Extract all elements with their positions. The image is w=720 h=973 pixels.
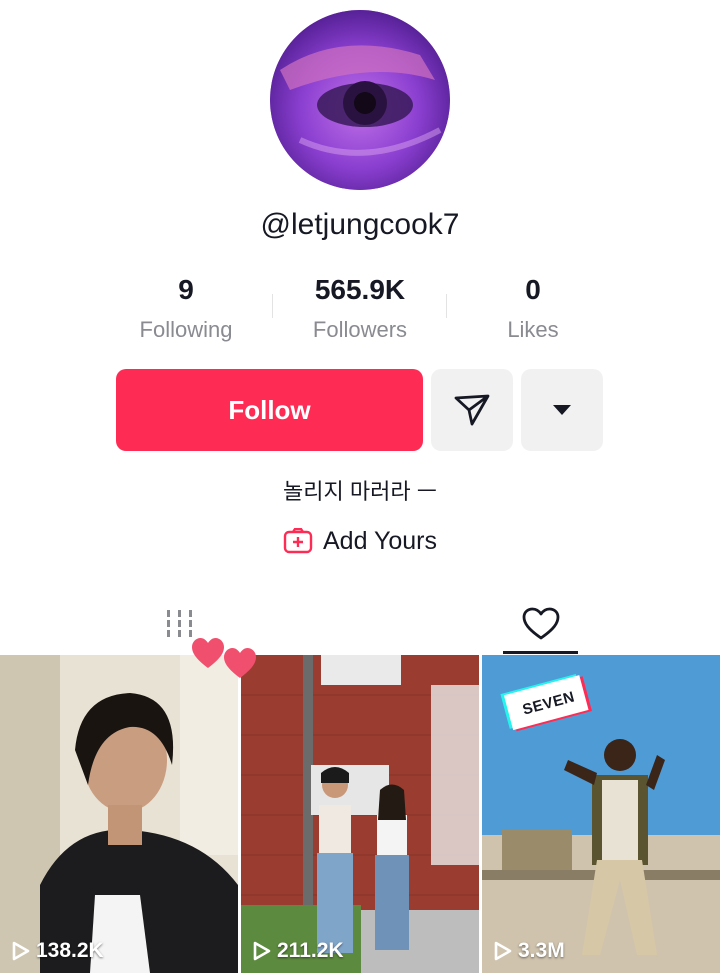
video-thumbnail-image: [482, 655, 720, 973]
view-count-text: 211.2K: [277, 939, 344, 962]
followers-label: Followers: [312, 317, 408, 342]
view-count-text: 138.2K: [36, 939, 104, 962]
avatar-image: [270, 10, 450, 190]
video-thumbnail[interactable]: SEVEN 3.3M: [482, 655, 720, 973]
view-count-text: 3.3M: [518, 939, 565, 962]
heart-outline-icon: [522, 607, 559, 640]
hearts-icon: [192, 638, 256, 678]
video-grid: 138.2K 211.2K SEVEN 3.3M: [0, 655, 720, 973]
add-yours-label: Add Yours: [323, 526, 437, 555]
play-icon: [494, 941, 512, 961]
username: @letjungcook7: [260, 208, 460, 241]
following-label: Following: [139, 317, 233, 342]
message-button[interactable]: [431, 369, 513, 451]
video-thumbnail[interactable]: 211.2K: [241, 655, 479, 973]
stat-following[interactable]: 9 Following: [86, 272, 286, 352]
add-yours-icon: [283, 528, 313, 554]
profile-tabs: [0, 596, 720, 656]
send-icon: [454, 394, 490, 426]
follow-button[interactable]: Follow: [116, 369, 423, 451]
add-yours-link[interactable]: Add Yours: [0, 522, 720, 560]
video-thumbnail[interactable]: 138.2K: [0, 655, 238, 973]
likes-label: Likes: [507, 317, 559, 342]
likes-count: 0: [525, 274, 541, 305]
video-thumbnail-image: [241, 655, 479, 973]
view-count: 3.3M: [494, 939, 565, 963]
profile-stats: 9 Following 565.9K Followers 0 Likes: [0, 272, 720, 352]
stat-likes[interactable]: 0 Likes: [433, 272, 633, 352]
view-count: 211.2K: [253, 939, 344, 963]
video-thumbnail-image: [0, 655, 238, 973]
caret-down-icon: [553, 405, 571, 415]
following-count: 9: [178, 274, 194, 305]
stat-followers[interactable]: 565.9K Followers: [260, 272, 460, 352]
view-count: 138.2K: [12, 939, 104, 963]
followers-count: 565.9K: [314, 274, 406, 305]
more-options-button[interactable]: [521, 369, 603, 451]
avatar[interactable]: [270, 10, 450, 190]
play-icon: [12, 941, 30, 961]
tab-liked[interactable]: [503, 596, 578, 652]
bio-text: 놀리지 마러라 ㅡ: [283, 479, 437, 504]
play-icon: [253, 941, 271, 961]
active-tab-indicator: [503, 651, 578, 654]
